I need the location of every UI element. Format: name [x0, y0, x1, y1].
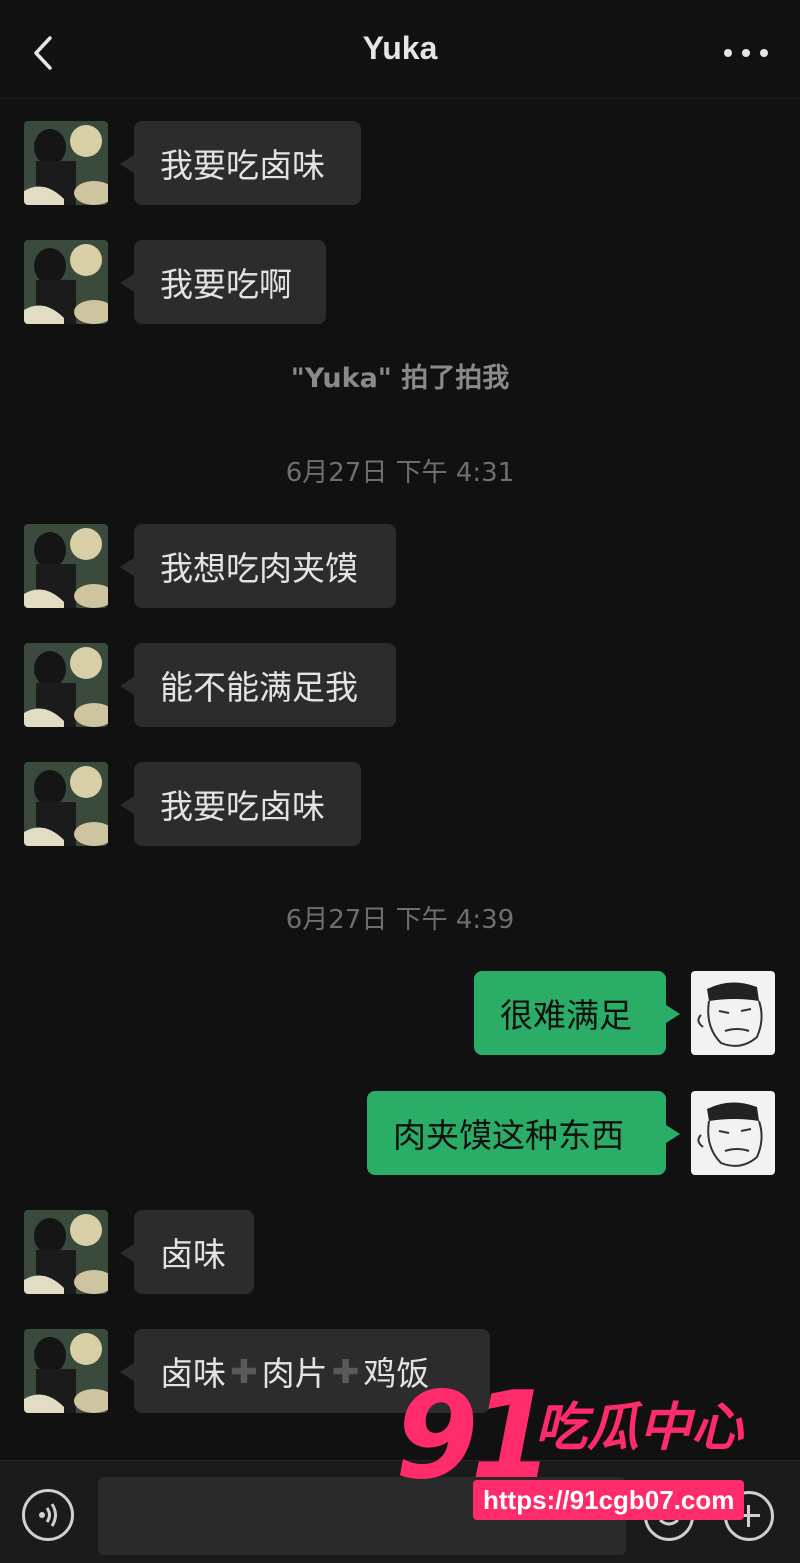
contact-avatar[interactable]	[24, 1329, 108, 1413]
contact-avatar[interactable]	[24, 643, 108, 727]
incoming-message-bubble[interactable]: 我要吃卤味	[120, 121, 361, 205]
timestamp: 6月27日 下午 4:39	[285, 905, 515, 935]
contact-avatar[interactable]	[24, 762, 108, 846]
incoming-message-bubble[interactable]: 我要吃卤味	[120, 762, 361, 846]
timestamp: 6月27日 下午 4:31	[285, 458, 515, 488]
chat-title: Yuka	[362, 30, 438, 66]
plus-icon: ✚	[331, 1351, 360, 1391]
voice-button[interactable]	[22, 1489, 74, 1541]
pat-system-message: "Yuka" 拍了拍我	[290, 363, 510, 394]
incoming-message-bubble[interactable]: 我想吃肉夹馍	[120, 524, 396, 608]
contact-avatar[interactable]	[24, 240, 108, 324]
my-avatar[interactable]	[691, 971, 775, 1055]
voice-icon	[39, 1503, 57, 1527]
plus-icon: ✚	[230, 1351, 258, 1391]
more-options-button[interactable]	[724, 38, 768, 68]
incoming-message-bubble[interactable]: 能不能满足我	[120, 643, 396, 727]
outgoing-message-bubble[interactable]: 很难满足	[474, 971, 680, 1055]
watermark-logo: 91 吃瓜中心 https://91cgb07.com	[395, 1372, 785, 1522]
contact-avatar[interactable]	[24, 524, 108, 608]
my-avatar[interactable]	[691, 1091, 775, 1175]
incoming-message-bubble[interactable]: 卤味	[120, 1210, 254, 1294]
chat-screen: Yuka 我要吃卤味 我要吃啊 "Yuka" 拍了拍我 6月27日 下午 4:3…	[0, 0, 800, 1563]
incoming-message-bubble[interactable]: 我要吃啊	[120, 240, 326, 324]
ellipsis-icon	[724, 49, 732, 57]
chat-header: Yuka	[0, 0, 800, 99]
outgoing-message-bubble[interactable]: 肉夹馍这种东西	[367, 1091, 680, 1175]
contact-avatar[interactable]	[24, 1210, 108, 1294]
contact-avatar[interactable]	[24, 121, 108, 205]
